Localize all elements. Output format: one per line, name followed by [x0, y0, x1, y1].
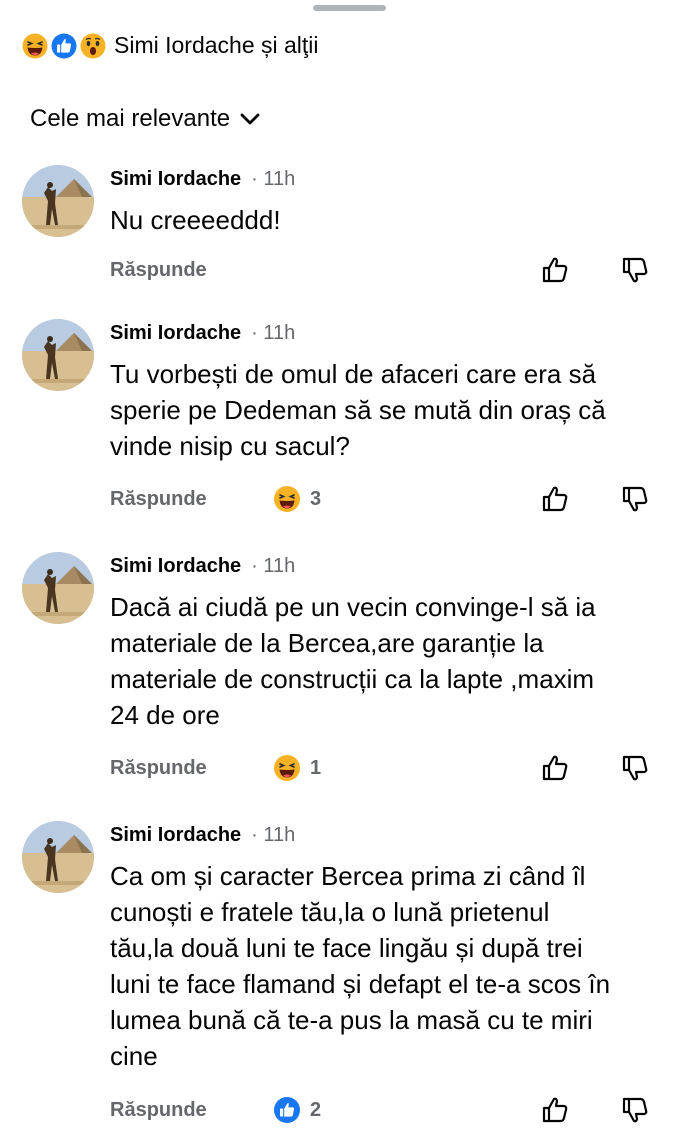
reactions-header[interactable]: Simi Iordache și alţii: [20, 30, 319, 60]
thumbs-down-icon[interactable]: [620, 255, 650, 285]
comment-author[interactable]: Simi Iordache: [110, 824, 241, 847]
reaction-count: 2: [310, 1098, 322, 1121]
thumbs-up-icon[interactable]: [540, 753, 570, 783]
chevron-down-icon: [240, 113, 260, 125]
comment-text: Dacă ai ciudă pe un vecin convinge-l să …: [110, 592, 596, 730]
sort-dropdown[interactable]: Cele mai relevante: [30, 105, 260, 133]
comment-author[interactable]: Simi Iordache: [110, 555, 241, 578]
comment-reactions[interactable]: 3: [272, 484, 321, 514]
avatar[interactable]: [22, 821, 94, 893]
drag-handle[interactable]: [313, 5, 386, 11]
reply-button[interactable]: Răspunde: [110, 1099, 207, 1122]
avatar[interactable]: [22, 165, 94, 237]
avatar[interactable]: [22, 552, 94, 624]
comment-text: Nu creeeeddd!: [110, 205, 281, 235]
like-reaction-icon: [50, 32, 78, 60]
comment-reactions[interactable]: 2: [272, 1095, 321, 1125]
haha-reaction-icon: [274, 486, 300, 512]
wow-reaction-icon: [79, 32, 107, 60]
haha-reaction-icon: [21, 32, 49, 60]
comment-time[interactable]: · 11h: [251, 824, 295, 847]
thumbs-up-icon[interactable]: [540, 484, 570, 514]
reaction-count: 1: [310, 756, 322, 779]
comment-reactions[interactable]: 1: [272, 753, 321, 783]
comment-author[interactable]: Simi Iordache: [110, 168, 241, 191]
like-reaction-icon: [274, 1097, 300, 1123]
reply-button[interactable]: Răspunde: [110, 488, 207, 511]
comment-author[interactable]: Simi Iordache: [110, 322, 241, 345]
comment-text: Ca om și caracter Bercea prima zi când î…: [110, 861, 611, 1071]
thumbs-up-icon[interactable]: [540, 255, 570, 285]
haha-reaction-icon: [274, 755, 300, 781]
thumbs-down-icon[interactable]: [620, 484, 650, 514]
reply-button[interactable]: Răspunde: [110, 259, 207, 282]
comment-text: Tu vorbești de omul de afaceri care era …: [110, 359, 606, 461]
reaction-count: 3: [310, 487, 322, 510]
thumbs-down-icon[interactable]: [620, 753, 650, 783]
reply-button[interactable]: Răspunde: [110, 757, 207, 780]
thumbs-down-icon[interactable]: [620, 1095, 650, 1125]
thumbs-up-icon[interactable]: [540, 1095, 570, 1125]
reactors-summary: Simi Iordache și alţii: [114, 31, 319, 58]
avatar[interactable]: [22, 319, 94, 391]
comment-time[interactable]: · 11h: [251, 322, 295, 345]
sort-label: Cele mai relevante: [30, 105, 231, 132]
reaction-icons: [20, 31, 108, 60]
comment-time[interactable]: · 11h: [251, 168, 295, 191]
comment-time[interactable]: · 11h: [251, 555, 295, 578]
